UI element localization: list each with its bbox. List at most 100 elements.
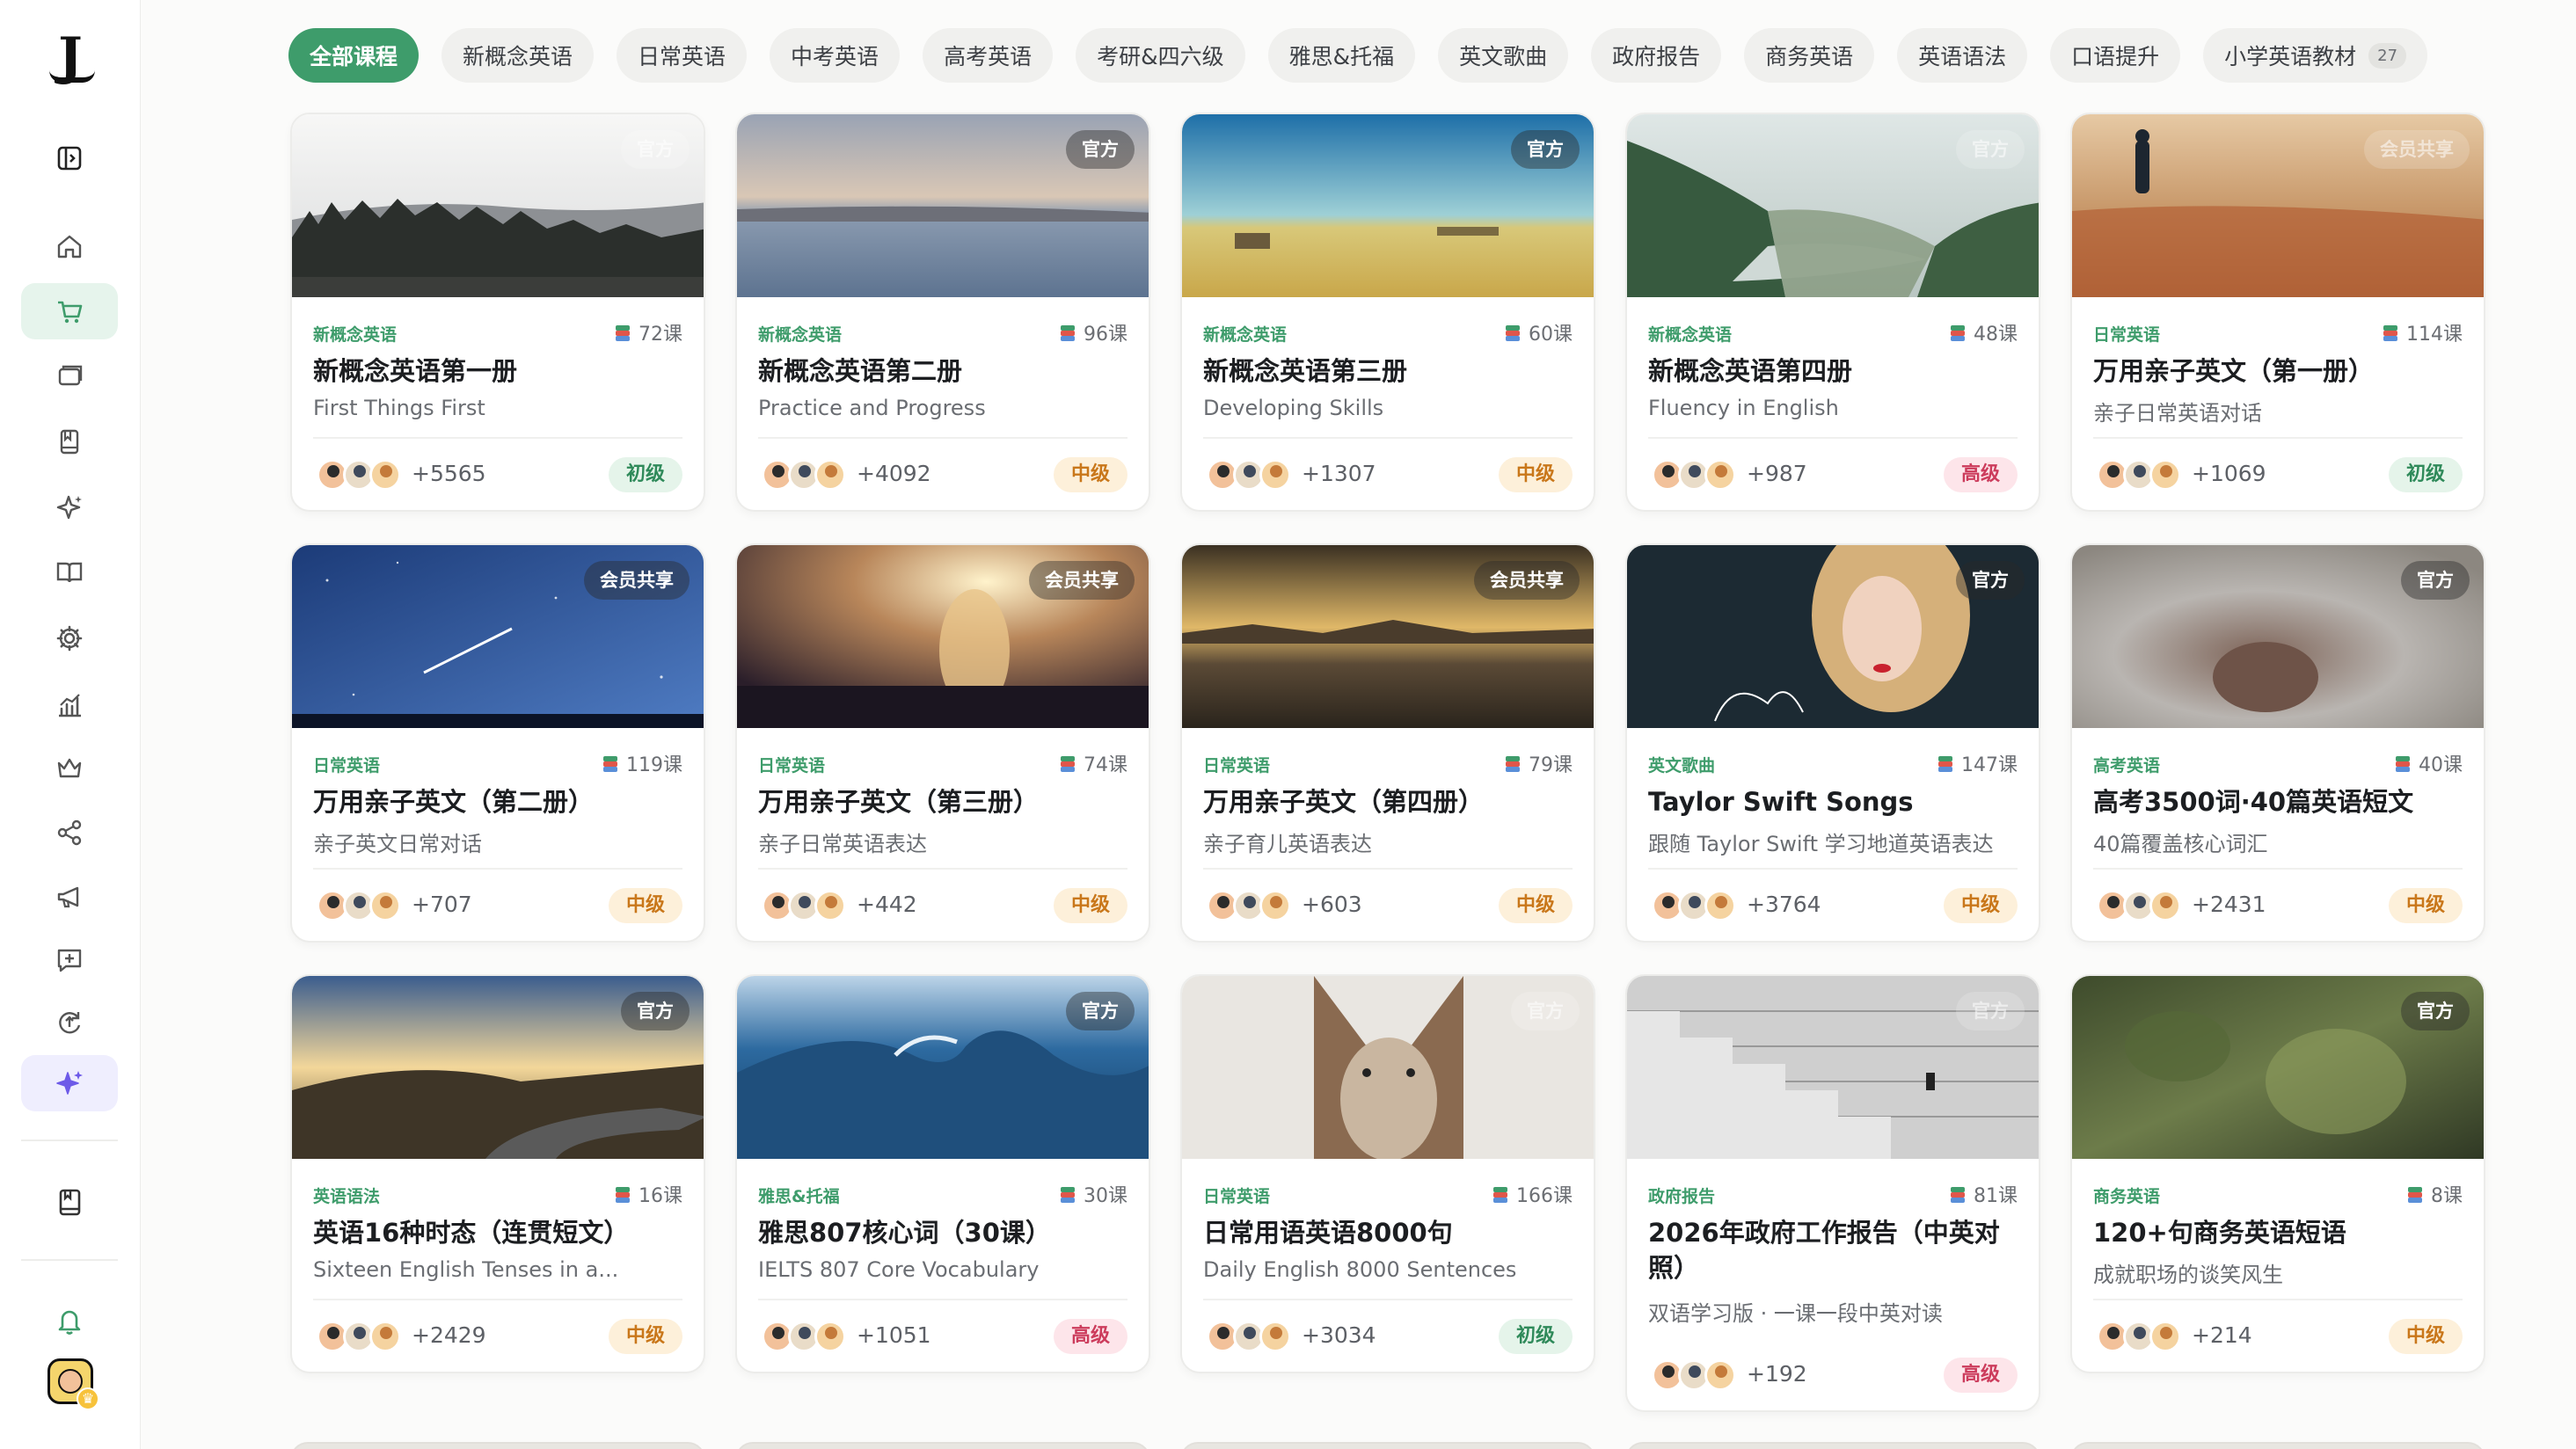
course-title: 万用亲子英文（第四册） [1203,787,1485,817]
sidebar-item-collapse-sidebar[interactable] [21,130,118,186]
sidebar-item-sparkle[interactable] [21,479,118,535]
sidebar-item-bell[interactable] [21,1292,118,1349]
sidebar-item-home[interactable] [21,218,118,274]
course-card[interactable]: 官方 新概念英语 72课 新概念英语第一册 First Things First +556… [290,113,705,512]
course-card[interactable]: 会员共享 日常英语 114课 万用亲子英文（第一册） 亲子日常英语对话 +1069 初级 [2070,113,2485,512]
category-chip[interactable]: 雅思&托福 [1267,28,1416,83]
course-card[interactable]: 会员共享 日常英语 74课 万用亲子英文（第三册） 亲子日常英语表达 +442 中级 [735,543,1150,943]
course-card[interactable]: 官方 政府报告 81课 2026年政府工作报告（中英对照） 双语学习版 · 一课一段中英… [1625,974,2040,1412]
course-card[interactable]: 官方 新概念英语 96课 新概念英语第二册 Practice and Progress +… [735,113,1150,512]
course-subtitle: IELTS 807 Core Vocabulary [758,1257,1040,1282]
difficulty-badge: 初级 [608,457,682,492]
lesson-count: 114课 [2382,318,2463,346]
course-card-next-row[interactable] [1625,1442,2040,1449]
sidebar-item-crown[interactable] [21,740,118,797]
lesson-count: 8课 [2406,1180,2463,1208]
course-title: 2026年政府工作报告（中英对照） [1648,1218,2000,1283]
course-card[interactable]: 官方 英语语法 16课 英语16种时态（连贯短文） Sixteen English Te… [290,974,705,1373]
learner-avatar [1259,890,1291,921]
course-source-badge: 官方 [2401,992,2470,1030]
difficulty-badge: 高级 [1943,457,2018,492]
course-category: 新概念英语 [313,325,398,345]
course-card[interactable]: 官方 日常英语 166课 日常用语英语8000句 Daily English 8000 … [1180,974,1595,1373]
category-chip[interactable]: 日常英语 [617,28,748,83]
sidebar-divider [21,1259,118,1261]
category-chip[interactable]: 新概念英语 [441,28,595,83]
lesson-count: 166课 [1492,1180,1573,1208]
lesson-book-icon [1059,1185,1076,1203]
category-chip[interactable]: 英文歌曲 [1438,28,1569,83]
sidebar-item-open-book[interactable] [21,543,118,600]
category-chip[interactable]: 口语提升 [2050,28,2181,83]
lesson-count: 96课 [1059,318,1127,346]
sidebar-item-cart[interactable] [21,283,118,339]
course-card[interactable]: 官方 雅思&托福 30课 雅思807核心词（30课） IELTS 807 Core Vo… [735,974,1150,1373]
category-chip[interactable]: 政府报告 [1591,28,1722,83]
category-chip[interactable]: 全部课程 [288,28,420,83]
logo-smile [49,70,95,83]
category-chip-label: 英文歌曲 [1459,44,1548,69]
notebook-icon [59,1189,81,1216]
learner-avatar [369,459,401,491]
course-card[interactable]: 官方 新概念英语 48课 新概念英语第四册 Fluency in English +987… [1625,113,2040,512]
course-card-next-row[interactable] [1180,1442,1595,1449]
category-chip[interactable]: 中考英语 [770,28,901,83]
category-chip[interactable]: 小学英语教材 27 [2203,28,2428,83]
course-card-next-row[interactable] [735,1442,1150,1449]
lesson-count-text: 79课 [1529,754,1573,776]
learner-avatars [2097,890,2181,921]
course-subtitle: 跟随 Taylor Swift 学习地道英语表达 [1648,832,1994,856]
app-logo[interactable]: J [42,26,99,86]
category-chip[interactable]: 考研&四六级 [1076,28,1245,83]
difficulty-badge: 中级 [2388,1319,2463,1354]
card-divider [313,437,682,439]
course-subtitle: First Things First [313,396,485,420]
sidebar-item-stats-chart[interactable] [21,677,118,733]
category-chip[interactable]: 英语语法 [1897,28,2028,83]
course-source-badge: 官方 [1511,130,1580,169]
learner-count: +1069 [2192,461,2266,486]
sidebar-item-folder[interactable] [21,347,118,404]
feedback-icon [57,949,82,972]
course-category: 日常英语 [2093,325,2161,345]
course-card[interactable]: 会员共享 日常英语 79课 万用亲子英文（第四册） 亲子育儿英语表达 +603 中级 [1180,543,1595,943]
sidebar-item-megaphone[interactable] [21,869,118,925]
course-title: 新概念英语第二册 [758,356,963,386]
lesson-count-text: 81课 [1974,1185,2018,1207]
user-avatar[interactable]: ♛ [47,1358,99,1410]
sidebar-item-share[interactable] [21,805,118,861]
sidebar-item-settings-gear[interactable] [21,610,118,666]
learner-count: +1307 [1302,461,1376,486]
settings-gear-icon [56,625,83,652]
category-chip[interactable]: 商务英语 [1744,28,1875,83]
course-card-next-row[interactable] [290,1442,705,1449]
learner-count: +987 [1747,461,1807,486]
sidebar-item-ai-sparkle[interactable] [21,1055,118,1111]
card-divider [2093,868,2463,870]
course-category: 政府报告 [1648,1187,1716,1206]
difficulty-badge: 中级 [1498,457,1573,492]
lesson-book-icon [1949,1185,1967,1203]
course-card[interactable]: 会员共享 日常英语 119课 万用亲子英文（第二册） 亲子英文日常对话 +707 中级 [290,543,705,943]
learner-avatar [1259,1321,1291,1352]
lesson-count: 40课 [2394,749,2463,777]
category-filter-bar: 全部课程 新概念英语 日常英语 中考英语 高考英语 考研&四六级 雅思&托福 英文歌曲 政府报告… [288,28,2428,83]
course-subtitle: 成就职场的谈笑风生 [2093,1263,2283,1287]
category-chip-label: 全部课程 [310,44,398,69]
sidebar-item-feedback[interactable] [21,932,118,988]
lesson-book-icon [1059,754,1076,772]
sidebar-item-bookmark-book[interactable] [21,413,118,470]
sidebar-item-upload-cycle[interactable] [21,994,118,1050]
course-card-next-row[interactable] [2070,1442,2485,1449]
category-chip[interactable]: 高考英语 [923,28,1054,83]
course-card[interactable]: 官方 新概念英语 60课 新概念英语第三册 Developing Skills +1307… [1180,113,1595,512]
card-divider [1648,868,2018,870]
course-card[interactable]: 官方 英文歌曲 147课 Taylor Swift Songs 跟随 Taylor Sw… [1625,543,2040,943]
learner-avatar [1704,1359,1736,1391]
course-title: 新概念英语第四册 [1648,356,1853,386]
learner-count: +3764 [1747,892,1821,917]
sidebar-item-notebook[interactable] [21,1174,118,1230]
learner-avatars [1652,1359,1736,1391]
course-card[interactable]: 官方 高考英语 40课 高考3500词·40篇英语短文 40篇覆盖核心词汇 +2431 中级 [2070,543,2485,943]
course-card[interactable]: 官方 商务英语 8课 120+句商务英语短语 成就职场的谈笑风生 +214 中级 [2070,974,2485,1373]
